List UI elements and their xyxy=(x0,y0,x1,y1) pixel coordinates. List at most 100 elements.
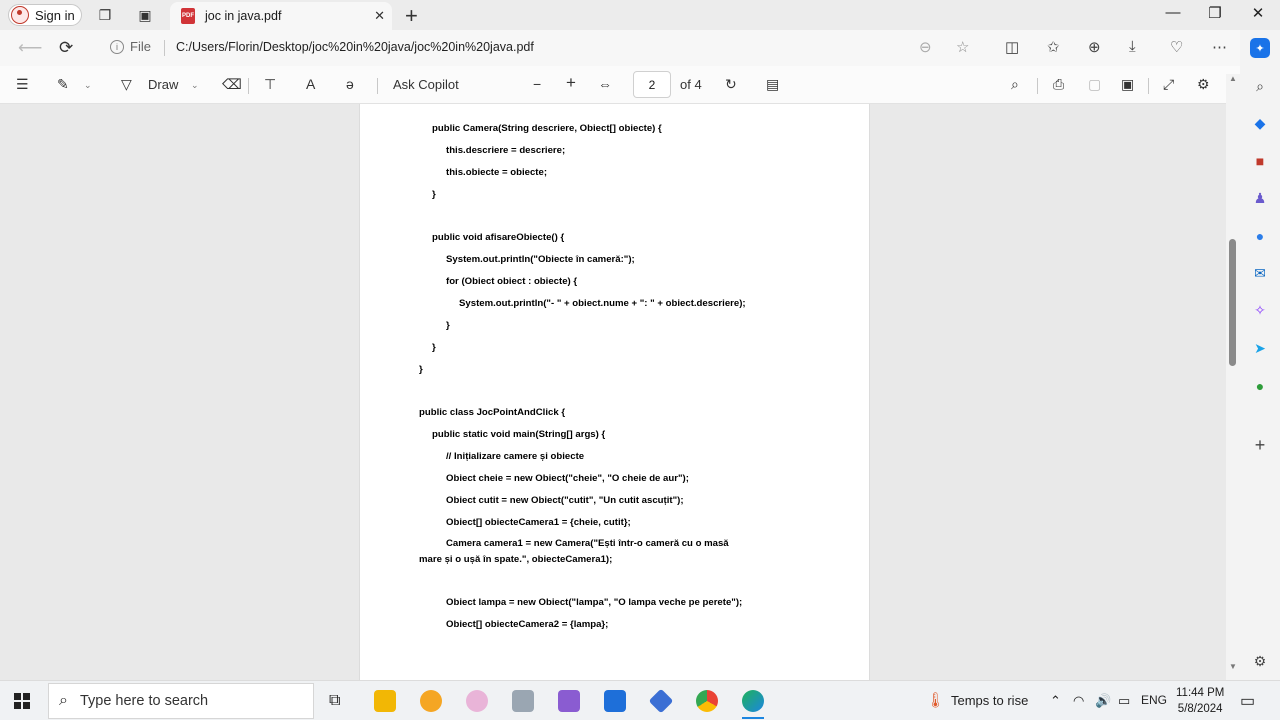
scrollbar-thumb[interactable] xyxy=(1229,239,1236,366)
shopping-icon[interactable]: ◆ xyxy=(1250,113,1270,133)
scroll-down-icon[interactable]: ▼ xyxy=(1229,662,1237,671)
snipping-icon[interactable] xyxy=(466,690,488,712)
media-player-icon[interactable] xyxy=(604,690,626,712)
refresh-icon[interactable]: ⟳ xyxy=(59,38,73,58)
workspaces-icon[interactable]: ❐ xyxy=(96,6,114,24)
send-icon[interactable]: ➤ xyxy=(1250,338,1270,358)
code-line: } xyxy=(432,189,436,200)
restore-icon[interactable]: ❐ xyxy=(1195,4,1235,22)
ask-copilot-button[interactable]: Ask Copilot xyxy=(393,77,459,92)
code-line: Obiect[] obiecteCamera1 = {cheie, cutit}… xyxy=(446,517,631,528)
downloads-icon[interactable]: ⤓ xyxy=(1129,38,1136,55)
url-input[interactable]: C:/Users/Florin/Desktop/joc%20in%20java/… xyxy=(176,40,534,54)
page-total: of 4 xyxy=(680,77,702,92)
code-line: } xyxy=(419,364,423,375)
save-icon[interactable]: ▢ xyxy=(1088,76,1101,93)
microsoft-365-icon[interactable]: ● xyxy=(1250,226,1270,246)
games-icon[interactable]: ♟ xyxy=(1250,188,1270,208)
taskbar-search-input[interactable]: ⌕ Type here to search xyxy=(48,683,314,719)
show-hidden-icons-icon[interactable]: ⌃ xyxy=(1050,693,1061,709)
highlight-icon[interactable]: ✎ xyxy=(57,76,69,93)
file-explorer-icon[interactable] xyxy=(374,690,396,712)
read-aloud-icon[interactable]: A xyxy=(306,76,315,92)
translate-icon[interactable]: ə xyxy=(346,76,354,92)
language-indicator[interactable]: ENG xyxy=(1141,693,1167,707)
tools-icon[interactable]: ■ xyxy=(1250,151,1270,171)
zoom-icon[interactable]: ⊖ xyxy=(919,38,932,56)
network-icon[interactable]: ◠ xyxy=(1073,693,1084,709)
task-view-icon[interactable]: ⧉ xyxy=(329,692,340,710)
clock[interactable]: 11:44 PM 5/8/2024 xyxy=(1176,685,1224,717)
weather-icon[interactable]: 🌡 xyxy=(926,691,945,709)
draw-icon[interactable]: ▽ xyxy=(121,76,132,93)
split-screen-icon[interactable]: ◫ xyxy=(1005,38,1019,56)
zoom-in-icon[interactable]: + xyxy=(566,73,576,93)
divider xyxy=(248,78,249,94)
dev-tool-icon[interactable] xyxy=(648,688,674,714)
erase-icon[interactable]: ⌫ xyxy=(222,76,242,93)
browser-essentials-icon[interactable]: ♡ xyxy=(1170,38,1183,56)
windows-start-icon[interactable] xyxy=(14,693,30,709)
sidebar-search-icon[interactable]: ⌕ xyxy=(1250,76,1270,96)
collections-icon[interactable]: ⊕ xyxy=(1088,38,1101,56)
app-icon[interactable] xyxy=(420,690,442,712)
back-icon[interactable]: ⟵ xyxy=(18,38,42,58)
tab-joc-in-java[interactable]: PDF joc in java.pdf ✕ xyxy=(170,2,392,30)
add-sidebar-app-icon[interactable]: + xyxy=(1250,435,1270,455)
avatar xyxy=(11,6,29,24)
vertical-scrollbar[interactable]: ▲ ▼ xyxy=(1226,74,1240,680)
sign-in-button[interactable]: Sign in xyxy=(8,4,82,26)
battery-icon[interactable]: ▭ xyxy=(1118,693,1130,709)
code-line: Obiect lampa = new Obiect("lampa", "O la… xyxy=(446,597,743,608)
window-close-icon[interactable]: ✕ xyxy=(1238,4,1278,22)
chrome-icon[interactable] xyxy=(696,690,718,712)
new-tab-icon[interactable]: + xyxy=(405,3,418,29)
code-line: System.out.println("- " + obiect.nume + … xyxy=(459,298,746,309)
highlight-dropdown-icon[interactable]: ⌄ xyxy=(84,80,92,91)
divider xyxy=(1148,78,1149,94)
search-icon[interactable]: ⌕ xyxy=(1011,76,1019,93)
tab-actions-icon[interactable]: ▣ xyxy=(136,6,154,24)
drop-icon[interactable]: ● xyxy=(1250,376,1270,396)
settings-icon[interactable]: ⚙ xyxy=(1197,76,1210,93)
divider xyxy=(377,78,378,94)
page-number-input[interactable]: 2 xyxy=(633,71,671,98)
draw-label[interactable]: Draw xyxy=(148,77,178,92)
active-app-indicator xyxy=(742,717,764,719)
contents-icon[interactable]: ☰ xyxy=(16,76,29,93)
code-line: // Inițializare camere și obiecte xyxy=(446,451,585,462)
site-info[interactable]: i File xyxy=(110,39,151,54)
draw-dropdown-icon[interactable]: ⌄ xyxy=(191,80,199,91)
edge-icon[interactable] xyxy=(742,690,764,712)
fit-to-page-icon[interactable]: ⇔ xyxy=(598,76,612,92)
notifications-icon[interactable]: ▭ xyxy=(1240,691,1255,711)
minimize-icon[interactable]: — xyxy=(1153,4,1193,21)
copilot-icon[interactable]: ✦ xyxy=(1250,38,1270,58)
zoom-out-icon[interactable]: − xyxy=(533,76,541,92)
calculator-icon[interactable] xyxy=(512,690,534,712)
divider xyxy=(164,40,165,56)
pdf-viewer: public Camera(String descriere, Obiect[]… xyxy=(0,104,1226,680)
fullscreen-icon[interactable]: ⤢ xyxy=(1163,76,1174,93)
pdf-page: public Camera(String descriere, Obiect[]… xyxy=(359,104,870,680)
scroll-up-icon[interactable]: ▲ xyxy=(1229,74,1237,83)
code-line: this.obiecte = obiecte; xyxy=(446,167,548,178)
outlook-icon[interactable]: ✉ xyxy=(1250,263,1270,283)
code-line: mare și o ușă în spate.", obiecteCamera1… xyxy=(419,554,613,565)
file-label: File xyxy=(130,39,151,54)
code-line: Obiect[] obiecteCamera2 = {lampa}; xyxy=(446,619,609,630)
volume-icon[interactable]: 🔊 xyxy=(1095,693,1111,709)
page-view-icon[interactable]: ▤ xyxy=(766,76,779,93)
favorite-star-icon[interactable]: ☆ xyxy=(956,38,969,56)
sidebar-settings-icon[interactable]: ⚙ xyxy=(1250,651,1270,671)
rotate-icon[interactable]: ↻ xyxy=(725,76,737,93)
weather-label[interactable]: Temps to rise xyxy=(951,693,1028,708)
save-as-icon[interactable]: ▣ xyxy=(1121,76,1134,93)
designer-icon[interactable]: ✧ xyxy=(1250,300,1270,320)
add-text-icon[interactable]: ⊤ xyxy=(264,76,276,93)
close-tab-icon[interactable]: ✕ xyxy=(374,8,385,24)
more-menu-icon[interactable]: ⋯ xyxy=(1212,38,1227,56)
favorites-icon[interactable]: ✩ xyxy=(1047,38,1060,56)
visual-studio-icon[interactable] xyxy=(558,690,580,712)
print-icon[interactable]: ⎙ xyxy=(1053,76,1064,93)
